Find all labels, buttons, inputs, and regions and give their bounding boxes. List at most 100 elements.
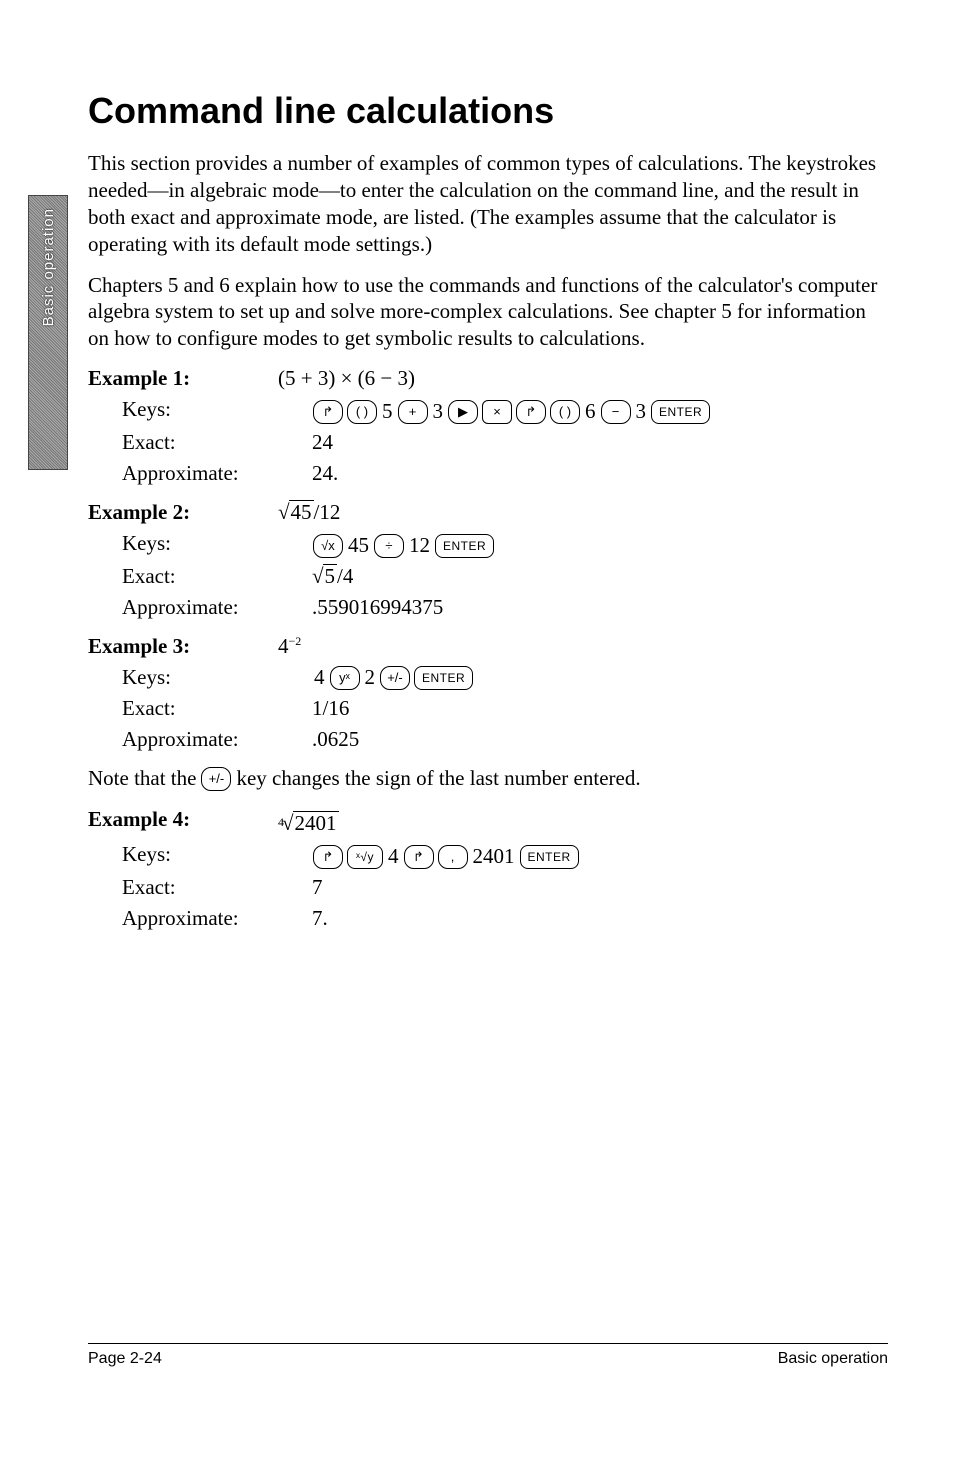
expression-text: (5 + 3) × (6 − 3) (278, 366, 415, 391)
row-value: √5/4 (312, 564, 888, 589)
keystroke-text: 12 (409, 533, 430, 558)
row-value: √x45÷12ENTER (312, 533, 888, 558)
example-header-row: Example 3:4−2 (88, 634, 888, 659)
example-row: Keys:↱( )5+3▶×↱( )6−3ENTER (88, 397, 888, 424)
approx-value: 24. (312, 461, 338, 486)
keycap-icon: ( ) (347, 400, 377, 424)
example-row: Exact:1/16 (88, 696, 888, 721)
example-row: Keys:√x45÷12ENTER (88, 531, 888, 558)
row-label: Example 1: (88, 366, 278, 391)
row-label: Exact: (88, 696, 312, 721)
page-title: Command line calculations (88, 90, 888, 132)
row-value: 7 (312, 875, 888, 900)
row-value: .0625 (312, 727, 888, 752)
note-prefix: Note that the (88, 766, 196, 791)
keycap-icon: − (601, 400, 631, 424)
intro-paragraph-1: This section provides a number of exampl… (88, 150, 888, 258)
row-value: 1/16 (312, 696, 888, 721)
keystroke-text: 4 (314, 665, 325, 690)
keycap-icon: ˣ√y (347, 845, 383, 869)
approx-value: .559016994375 (312, 595, 443, 620)
keycap-icon: √x (313, 534, 343, 558)
keycap-icon: , (438, 845, 468, 869)
row-value: 4−2 (278, 634, 888, 659)
keycap-icon: +/- (201, 767, 231, 791)
example-row: Exact:√5/4 (88, 564, 888, 589)
row-label: Approximate: (88, 461, 312, 486)
row-label: Approximate: (88, 906, 312, 931)
keycap-icon: ↱ (404, 845, 434, 869)
keystroke-text: 5 (382, 399, 393, 424)
keystroke-text: 4 (388, 844, 399, 869)
side-tab-label: Basic operation (40, 208, 57, 326)
row-value: (5 + 3) × (6 − 3) (278, 366, 888, 391)
sqrt-expression: √45 (278, 500, 314, 525)
keystroke-text: 2401 (473, 844, 515, 869)
radicand: 5 (323, 564, 338, 587)
expression-text: 4−2 (278, 634, 301, 659)
row-value: 4yˣ2+/-ENTER (312, 665, 888, 690)
sqrt-expression: √5 (312, 564, 337, 589)
radicand: 45 (289, 500, 314, 523)
expr-suffix: /12 (314, 500, 341, 524)
examples-block: Example 1:(5 + 3) × (6 − 3)Keys:↱( )5+3▶… (88, 366, 888, 931)
keystroke-text: 6 (585, 399, 596, 424)
row-label: Keys: (88, 842, 312, 867)
example-row: Approximate:.0625 (88, 727, 888, 752)
keycap-icon: +/- (380, 666, 410, 690)
sqrt-expression: 4√2401 (278, 811, 339, 836)
example-row: Approximate:24. (88, 461, 888, 486)
example-header-row: Example 2:√45/12 (88, 500, 888, 525)
example-row: Keys:↱ˣ√y4↱,2401ENTER (88, 842, 888, 869)
note-suffix: key changes the sign of the last number … (236, 766, 640, 791)
row-value: ↱ˣ√y4↱,2401ENTER (312, 844, 888, 869)
row-value: 7. (312, 906, 888, 931)
keycap-icon: × (482, 400, 512, 424)
approx-value: .0625 (312, 727, 359, 752)
row-value: 24. (312, 461, 888, 486)
exact-value: 7 (312, 875, 323, 900)
example-row: Approximate:.559016994375 (88, 595, 888, 620)
keycap-icon: yˣ (330, 666, 360, 690)
side-tab: Basic operation (28, 195, 68, 470)
keycap-icon: ÷ (374, 534, 404, 558)
example-row: Exact:24 (88, 430, 888, 455)
keycap-icon: ENTER (435, 534, 494, 558)
keystroke-text: 3 (636, 399, 647, 424)
footer-page-number: Page 2-24 (88, 1350, 162, 1368)
exact-value: 1/16 (312, 696, 349, 721)
keycap-icon: ↱ (313, 845, 343, 869)
row-label: Keys: (88, 531, 312, 556)
example-row: Keys:4yˣ2+/-ENTER (88, 665, 888, 690)
keycap-icon: + (398, 400, 428, 424)
expr-suffix: /4 (337, 564, 353, 588)
keycap-icon: ENTER (520, 845, 579, 869)
page-footer: Page 2-24 Basic operation (88, 1343, 888, 1368)
row-label: Keys: (88, 665, 312, 690)
keystroke-text: 2 (365, 665, 376, 690)
keycap-icon: ENTER (414, 666, 473, 690)
row-value: ↱( )5+3▶×↱( )6−3ENTER (312, 399, 888, 424)
row-label: Example 3: (88, 634, 278, 659)
example-header-row: Example 1:(5 + 3) × (6 − 3) (88, 366, 888, 391)
keycap-icon: ( ) (550, 400, 580, 424)
page-content: Command line calculations This section p… (88, 90, 888, 937)
keycap-icon: ▶ (448, 400, 478, 424)
row-value: √45/12 (278, 500, 888, 525)
row-value: .559016994375 (312, 595, 888, 620)
keycap-icon: ↱ (313, 400, 343, 424)
keystroke-text: 45 (348, 533, 369, 558)
row-label: Example 2: (88, 500, 278, 525)
row-label: Keys: (88, 397, 312, 422)
keystroke-text: 3 (433, 399, 444, 424)
row-label: Approximate: (88, 727, 312, 752)
keycap-icon: ENTER (651, 400, 710, 424)
row-label: Approximate: (88, 595, 312, 620)
example-row: Approximate:7. (88, 906, 888, 931)
exact-value: 24 (312, 430, 333, 455)
keycap-icon: ↱ (516, 400, 546, 424)
example-row: Exact:7 (88, 875, 888, 900)
row-value: 4√2401 (278, 807, 888, 836)
note-text: Note that the+/-key changes the sign of … (88, 766, 888, 791)
row-label: Exact: (88, 430, 312, 455)
